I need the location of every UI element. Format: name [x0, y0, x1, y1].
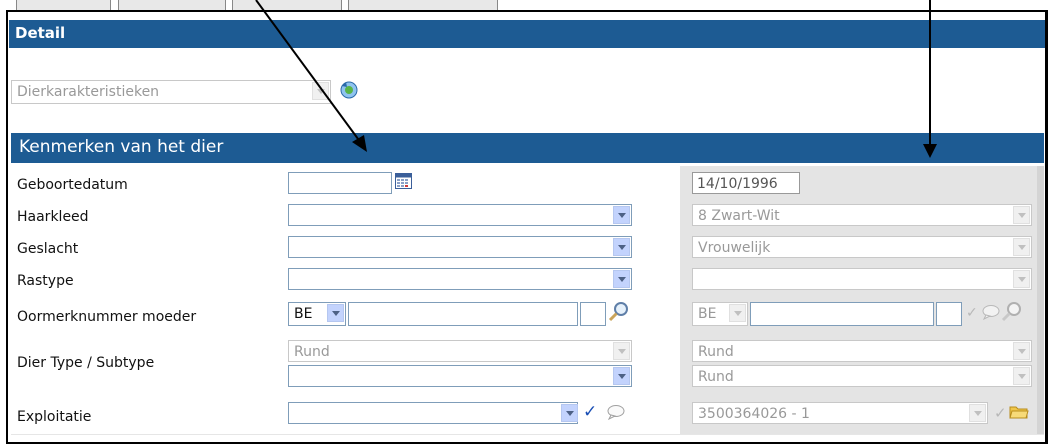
arrow-head — [923, 144, 937, 158]
annotation-arrows — [255, 0, 937, 158]
arrow-head — [352, 135, 367, 152]
